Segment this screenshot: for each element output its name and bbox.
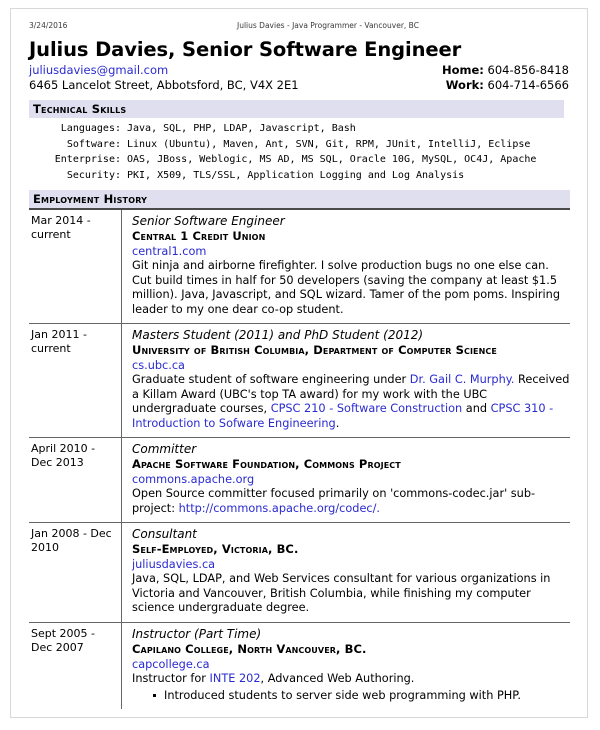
employment-dates: Sept 2005 - Dec 2007 [31,626,96,654]
home-phone-label: Home: [441,63,484,77]
contact-row-primary: juliusdavies@gmail.com Home: 604-856-841… [29,63,569,78]
work-phone-value: 604-714-6566 [487,78,569,92]
home-phone-value: 604-856-8418 [487,63,569,77]
resume-page: 3/24/2016 Julius Davies - Java Programme… [10,8,588,718]
job-organization: University of British Columbia, Departme… [132,343,497,357]
job-description-link[interactable]: INTE 202 [210,672,261,685]
employment-details: Masters Student (2011) and PhD Student (… [121,323,570,438]
skill-row: Languages: Java, SQL, PHP, LDAP, Javascri… [29,121,536,137]
technical-skills-body: Languages: Java, SQL, PHP, LDAP, Javascri… [29,121,537,184]
job-description-link[interactable]: CPSC 210 - Software Construction [271,402,463,415]
employment-row: Jan 2008 - Dec 2010 Consultant Self-Employ… [29,522,570,623]
job-website-link[interactable]: commons.apache.org [132,472,570,487]
home-phone-block: Home: 604-856-8418 [442,63,569,78]
employment-details: Consultant Self-Employed, Victoria, BC. ju… [121,522,570,623]
job-description: Open Source committer focused primarily … [132,487,570,516]
work-phone-label: Work: [445,78,484,92]
job-title: Masters Student (2011) and PhD Student (… [132,328,424,342]
skill-values: Java, SQL, PHP, LDAP, Javascript, Bash [127,123,356,134]
job-description-link[interactable]: Dr. Gail C. Murphy. [410,373,515,386]
email-link[interactable]: juliusdavies@gmail.com [29,63,168,77]
employment-row: Mar 2014 - current Senior Software Engine… [29,210,570,324]
technical-skills-table: Languages: Java, SQL, PHP, LDAP, Javascri… [29,121,537,184]
job-organization: Central 1 Credit Union [132,229,266,243]
job-description: Instructor for INTE 202, Advanced Web Au… [132,672,570,687]
employment-dates: April 2010 - Dec 2013 [29,437,122,523]
job-title: Senior Software Engineer [132,214,285,228]
skill-row: Enterprise: OAS, JBoss, Weblogic, MS AD, … [29,152,537,168]
employment-dates: Jan 2008 - Dec 2010 [29,522,122,623]
job-description-text: and [462,402,491,415]
job-website-link[interactable]: capcollege.ca [132,657,570,672]
employment-details: Committer Apache Software Foundation, Com… [121,437,570,523]
section-heading-technical-skills: Technical Skills [29,100,564,118]
job-organization: Capilano College, North Vancouver, BC. [132,641,367,656]
print-date: 3/24/2016 [29,21,68,30]
address-text: 6465 Lancelot Street, Abbotsford, BC, V4… [29,78,299,92]
skill-category-label: Security: [66,169,121,181]
employment-history-body: Mar 2014 - current Senior Software Engine… [29,210,570,709]
print-header: 3/24/2016 Julius Davies - Java Programme… [29,9,569,35]
job-title: Consultant [132,527,197,541]
employment-history-table: Mar 2014 - current Senior Software Engine… [29,210,570,709]
job-title: Instructor (Part Time) [132,626,262,641]
skill-values: OAS, JBoss, Weblogic, MS AD, MS SQL, Ora… [127,154,537,165]
employment-row: April 2010 - Dec 2013 Committer Apache Sof… [29,437,570,523]
job-description-link[interactable]: http://commons.apache.org/codec/. [179,502,380,515]
skill-category-label: Software: [66,138,121,150]
contact-row-secondary: 6465 Lancelot Street, Abbotsford, BC, V4… [29,78,569,93]
job-organization: Self-Employed, Victoria, BC. [132,542,299,556]
job-website-link[interactable]: juliusdavies.ca [132,557,570,572]
skill-values: Linux (Ubuntu), Maven, Ant, SVN, Git, RP… [127,138,531,150]
job-description-text: Instructor for [132,671,210,685]
job-description-text: Java, SQL, LDAP, and Web Services consul… [132,572,551,614]
employment-dates: Mar 2014 - current [29,210,122,324]
job-website-link[interactable]: central1.com [132,244,570,259]
job-title: Committer [132,442,197,456]
job-website-link[interactable]: cs.ubc.ca [132,358,570,373]
employment-dates: Jan 2011 - current [29,323,122,438]
job-bullet-list: Introduced students to server side web p… [132,688,570,703]
employment-details: Instructor (Part Time) Capilano College, … [121,622,570,709]
page-title: Julius Davies, Senior Software Engineer [29,38,462,61]
print-header-title: Julius Davies - Java Programmer - Vancou… [237,21,419,30]
job-organization: Apache Software Foundation, Commons Proj… [132,457,401,471]
job-bullet-item: Introduced students to server side web p… [153,688,570,703]
job-description-text: Graduate student of software engineering… [132,373,410,386]
job-description-text: Git ninja and airborne firefighter. I so… [132,259,560,316]
employment-details: Senior Software Engineer Central 1 Credit… [121,210,570,324]
employment-row: Jan 2011 - current Masters Student (2011)… [29,323,570,438]
job-description-text: , Advanced Web Authoring. [260,671,415,685]
skill-row: Software: Linux (Ubuntu), Maven, Ant, SVN… [29,137,536,153]
job-description: Graduate student of software engineering… [132,373,570,431]
section-heading-employment-history: Employment History [29,190,570,210]
employment-row: Sept 2005 - Dec 2007 Instructor (Part Tim… [29,622,570,709]
job-description-text: . [335,416,340,430]
job-description: Java, SQL, LDAP, and Web Services consul… [132,572,570,616]
skill-category-label: Languages: [60,123,121,134]
skill-category-label: Enterprise: [54,154,121,165]
skill-values: PKI, X509, TLS/SSL, Application Logging … [127,169,465,181]
email-block: juliusdavies@gmail.com [29,63,168,78]
job-description: Git ninja and airborne firefighter. I so… [132,259,570,317]
skill-row: Security: PKI, X509, TLS/SSL, Application… [29,168,536,184]
work-phone-block: Work: 604-714-6566 [446,78,569,93]
